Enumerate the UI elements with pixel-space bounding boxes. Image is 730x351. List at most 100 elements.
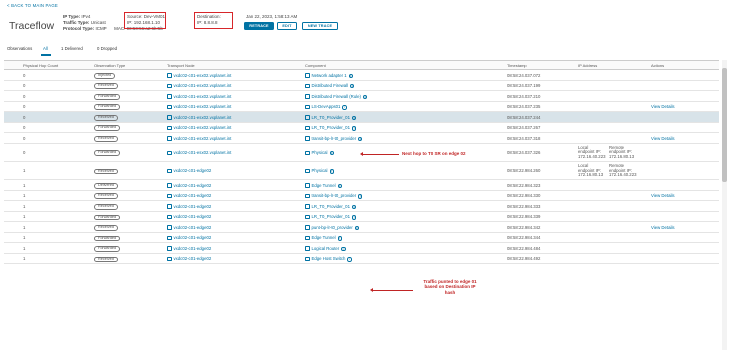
col-transport-node[interactable]: Transport Node [167, 63, 195, 68]
table-row[interactable]: 0 Received vxdc02-c01-esx02.vxplanet.int Di… [4, 81, 719, 92]
component-link[interactable]: LR_T0_Provider_01 i [305, 204, 357, 210]
transport-node-link[interactable]: vxdc02-c01-esx02.vxplanet.int [167, 94, 231, 99]
info-icon[interactable]: i [337, 236, 342, 241]
component-link[interactable]: LR_T0_Provider_01 i [305, 125, 357, 131]
component-icon [305, 225, 310, 230]
transport-node-link[interactable]: vxdc02-c01-esx02.vxplanet.int [167, 125, 231, 131]
back-to-main-link[interactable]: < BACK TO MAIN PAGE [7, 3, 58, 8]
info-icon[interactable]: i [350, 84, 355, 89]
info-icon[interactable]: i [341, 246, 346, 252]
info-icon[interactable]: i [362, 94, 368, 99]
component-link[interactable]: Edge Tunnel i [305, 235, 342, 241]
info-icon[interactable]: i [342, 105, 347, 110]
table-row[interactable]: 1 Received vxdc02-c01-edge02 LR_T0_Provider… [4, 201, 719, 212]
table-row[interactable]: 0 Received vxdc02-c01-esx02.vxplanet.int tr… [4, 133, 719, 144]
source-info: Source: Dev-VM01 IP: 192.168.1.10 [127, 14, 166, 25]
observations-label: Observations [7, 46, 33, 51]
table-row[interactable]: 0 Injected vxdc02-c01-esx02.vxplanet.int Ne… [4, 70, 719, 81]
tab-all[interactable]: All [43, 46, 48, 51]
table-row[interactable]: 1 Received vxdc02-c01-edge02 Edge Host Swit… [4, 254, 719, 265]
table-row[interactable]: 0 Received vxdc02-c01-esx02.vxplanet.int LR… [4, 112, 719, 123]
info-icon[interactable]: i [329, 151, 334, 156]
info-icon[interactable]: i [337, 183, 342, 189]
transport-node-link[interactable]: vxdc02-c01-edge02 [167, 204, 211, 209]
col-timestamp[interactable]: Timestamp [507, 63, 527, 68]
transport-node-link[interactable]: vxdc02-c01-edge02 [167, 168, 211, 174]
tab-delivered[interactable]: 1 Delivered [61, 46, 83, 51]
component-link[interactable]: LR_T0_Provider_01 i [305, 115, 357, 121]
component-link[interactable]: LR_T0_Provider_01 i [305, 214, 357, 220]
component-link[interactable]: punt-bp-lr-t0_provider i [305, 225, 360, 231]
transport-node-link[interactable]: vxdc02-c01-edge02 [167, 256, 211, 262]
info-icon[interactable]: i [351, 126, 357, 131]
component-icon [305, 256, 310, 262]
tab-dropped[interactable]: 0 Dropped [97, 46, 117, 51]
hop-count: 1 [23, 214, 26, 220]
table-row[interactable]: 1 Forwarded vxdc02-c01-edge02 Edge Tunnel i 0… [4, 233, 719, 244]
info-icon[interactable]: i [347, 257, 352, 262]
info-icon[interactable]: i [358, 136, 363, 142]
observation-type-badge: Received [94, 83, 118, 90]
col-actions[interactable]: Actions [651, 63, 664, 68]
table-row[interactable]: 0 Forwarded vxdc02-c01-esx02.vxplanet.int D… [4, 91, 719, 102]
component-link[interactable]: Physical i [305, 150, 334, 156]
transport-node-link[interactable]: vxdc02-c01-edge02 [167, 246, 211, 251]
col-hop-count[interactable]: Physical Hop Count [23, 63, 58, 68]
view-details-link[interactable]: View Details [651, 104, 675, 109]
component-label: Physical [311, 168, 328, 174]
transport-node-link[interactable]: vxdc02-c01-esx02.vxplanet.int [167, 83, 231, 89]
component-link[interactable]: Network adapter 1i [305, 73, 353, 78]
component-link[interactable]: LS-DevApps01 i [305, 104, 347, 110]
view-details-link[interactable]: View Details [651, 136, 675, 141]
transport-node-link[interactable]: vxdc02-c01-esx02.vxplanet.int [167, 150, 231, 156]
table-row[interactable]: 1 Forwarded vxdc02-c01-edge02 Logical Route… [4, 243, 719, 254]
component-link[interactable]: transit-bp-lr-t0_provider i [305, 193, 363, 199]
component-link[interactable]: Edge Tunnel i [305, 183, 342, 189]
info-icon[interactable]: i [354, 225, 360, 231]
observation-type-badge: Received [94, 114, 118, 121]
transport-node-link[interactable]: vxdc02-c01-edge02 [167, 225, 211, 230]
component-link[interactable]: Logical Router i [305, 246, 346, 252]
new-trace-button[interactable]: NEW TRACE [302, 22, 338, 30]
transport-node-link[interactable]: vxdc02-c01-edge02 [167, 193, 211, 199]
transport-node-link[interactable]: vxdc02-c01-edge02 [167, 214, 211, 220]
info-icon[interactable]: i [351, 215, 357, 220]
transport-node-link[interactable]: vxdc02-c01-edge02 [167, 183, 211, 188]
transport-node-link[interactable]: vxdc02-c01-esx02.vxplanet.int [167, 115, 231, 120]
transport-node-link[interactable]: vxdc02-c01-edge02 [167, 235, 211, 241]
trace-date: Jan 22, 2023, 1:58:13 AM [246, 14, 298, 19]
table-row[interactable]: 1 Forwarded vxdc02-c01-edge02 LR_T0_Provide… [4, 212, 719, 223]
observation-type-badge: Received [94, 203, 118, 210]
scrollbar-thumb[interactable] [722, 68, 727, 182]
table-row[interactable]: 1 Received vxdc02-c01-edge02 punt-bp-lr-t0_… [4, 222, 719, 233]
table-row[interactable]: 1 Delivered vxdc02-c01-edge02 Edge Tunnel i 0… [4, 180, 719, 191]
table-row[interactable]: 1 Received vxdc02-c01-edge02 transit-bp-lr-… [4, 191, 719, 202]
table-row[interactable]: 0 Forwarded vxdc02-c01-esx02.vxplanet.int L… [4, 102, 719, 113]
component-link[interactable]: Edge Host Switch i [305, 256, 352, 262]
info-icon[interactable]: i [348, 73, 353, 78]
info-icon[interactable]: i [351, 115, 357, 121]
transport-node-link[interactable]: vxdc02-c01-esx02.vxplanet.int [167, 73, 231, 78]
observation-type-badge: Received [94, 256, 118, 263]
hop-count: 0 [23, 150, 26, 156]
col-ip-address[interactable]: IP Address [578, 63, 597, 68]
edit-button[interactable]: EDIT [277, 22, 297, 30]
info-icon[interactable]: i [351, 204, 357, 210]
component-icon [305, 83, 310, 89]
view-details-link[interactable]: View Details [651, 225, 675, 230]
component-link[interactable]: transit-bp-lr-t0_provider i [305, 136, 363, 142]
info-icon[interactable]: i [329, 169, 334, 174]
timestamp: 08:58:22.984.323 [507, 182, 541, 188]
col-observation-type[interactable]: Observation Type [94, 63, 125, 68]
col-component[interactable]: Component [305, 63, 326, 68]
component-link[interactable]: Distributed Firewall (Rule) i [305, 94, 368, 99]
transport-node-link[interactable]: vxdc02-c01-esx02.vxplanet.int [167, 104, 231, 110]
transport-node-link[interactable]: vxdc02-c01-esx02.vxplanet.int [167, 136, 231, 141]
info-icon[interactable]: i [358, 194, 363, 199]
component-link[interactable]: Distributed Firewall i [305, 83, 355, 89]
table-row[interactable]: 0 Forwarded vxdc02-c01-esx02.vxplanet.int L… [4, 123, 719, 134]
component-link[interactable]: Physical i [305, 168, 334, 174]
view-details-link[interactable]: View Details [651, 193, 675, 198]
table-row[interactable]: 1 Received vxdc02-c01-edge02 Physical i 08:58… [4, 162, 719, 181]
retrace-button[interactable]: RETRACE [244, 22, 274, 30]
